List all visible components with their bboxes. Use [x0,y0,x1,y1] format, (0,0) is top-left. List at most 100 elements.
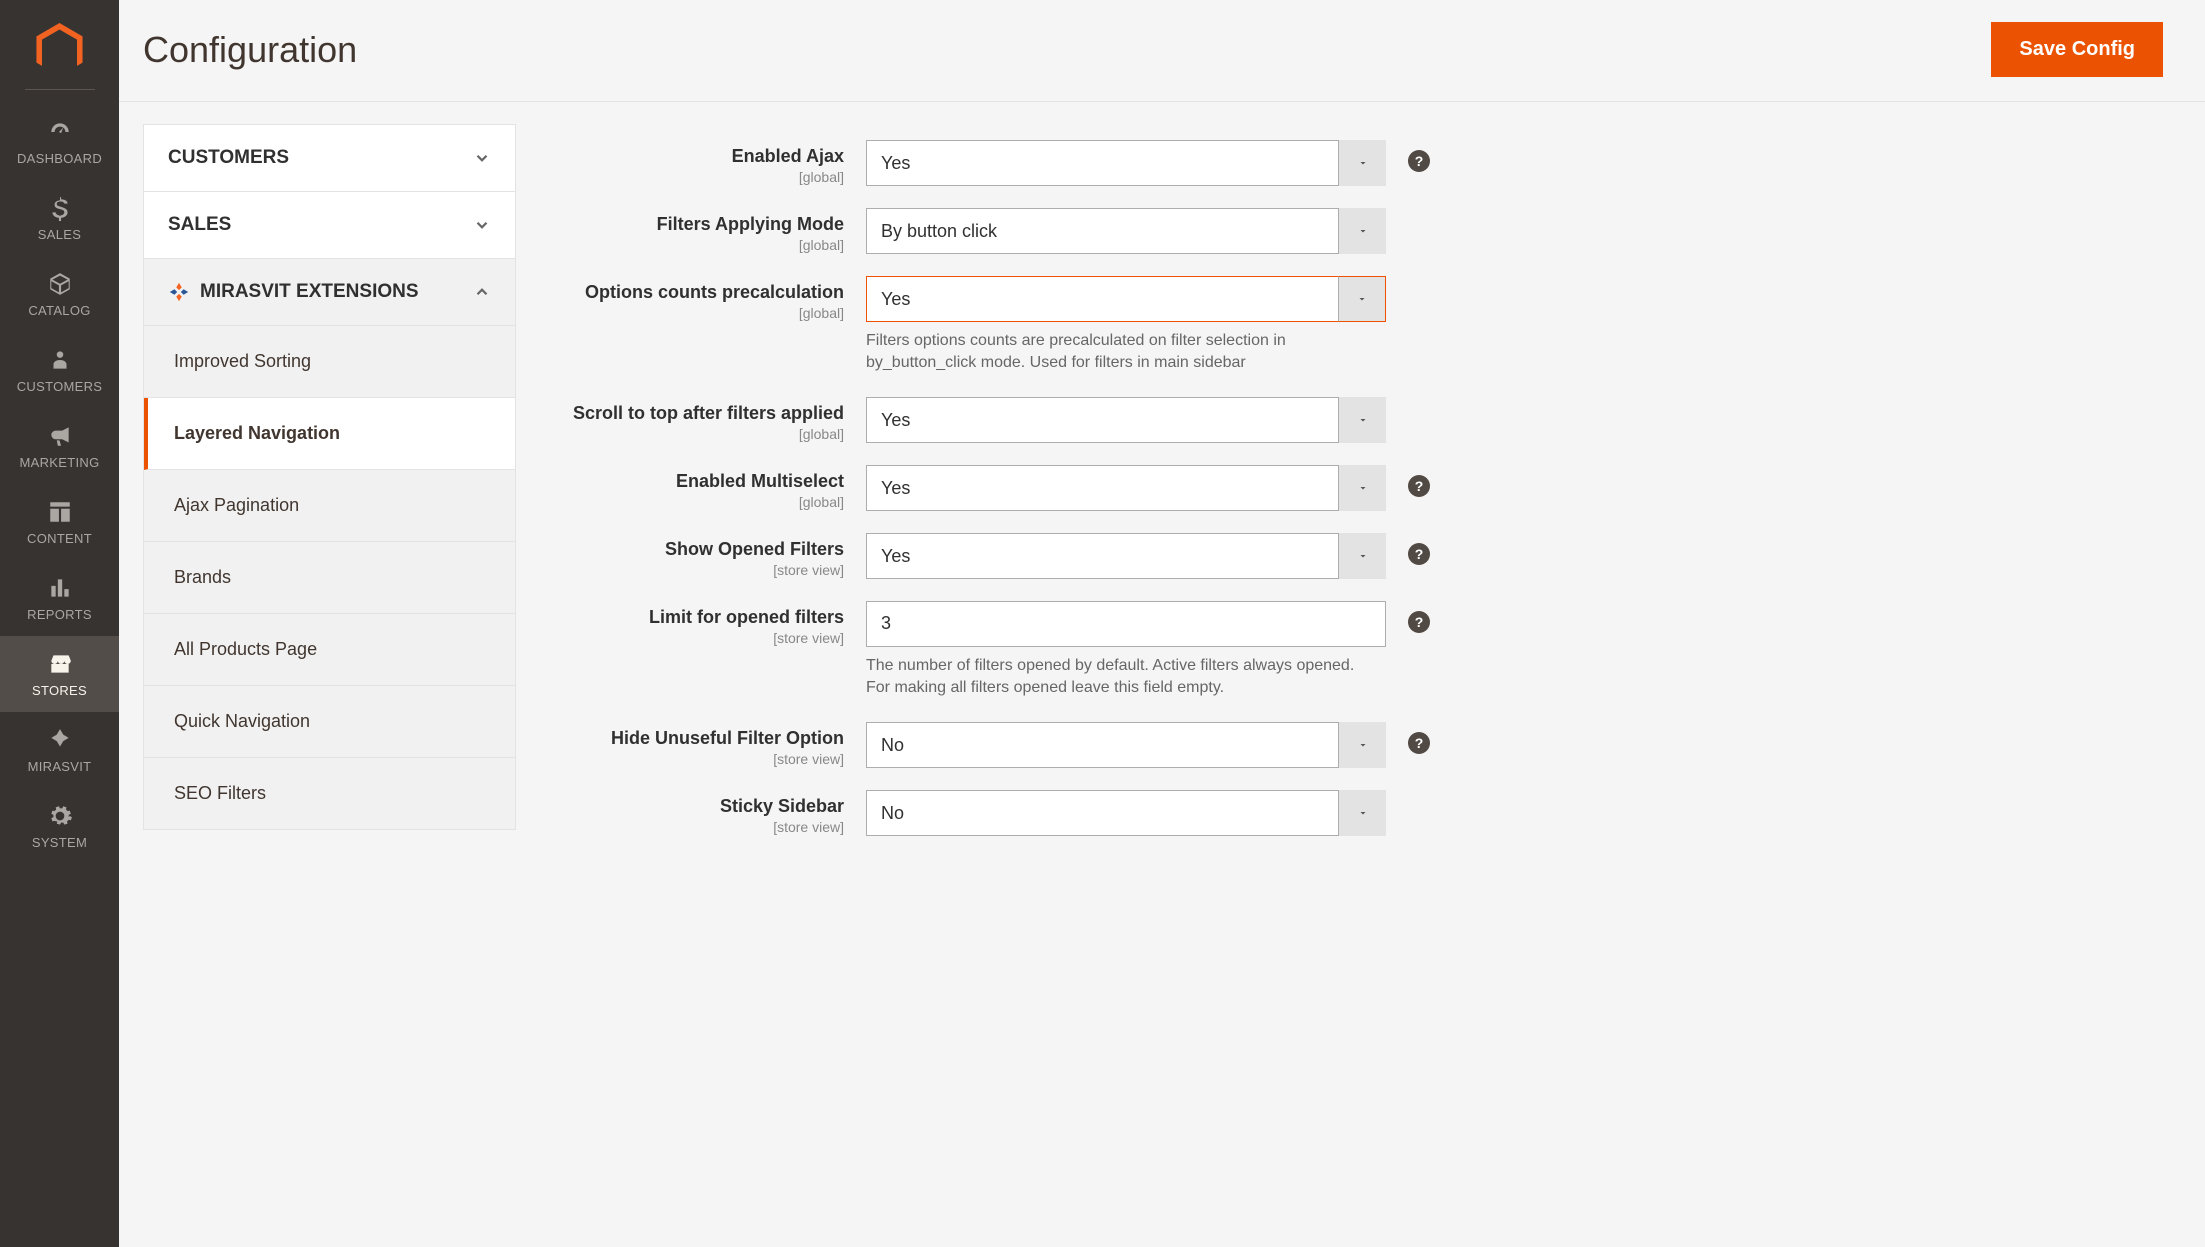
nav-label: CATALOG [28,303,90,318]
enabled-ajax-select[interactable]: Yes [866,140,1386,186]
save-config-button[interactable]: Save Config [1991,22,2163,77]
field-label: Options counts precalculation [552,282,844,303]
form-area: Enabled Ajax [global] Yes ? Filters Appl… [552,124,2181,858]
gear-icon [47,803,73,829]
magento-logo-icon [33,23,86,76]
field-scope: [store view] [552,562,844,578]
multiselect-select[interactable]: Yes [866,465,1386,511]
nav-label: SYSTEM [32,835,87,850]
page-title: Configuration [143,29,357,71]
bars-icon [47,575,73,601]
dashboard-icon [47,119,73,145]
main-area: Configuration Save Config CUSTOMERS SALE… [119,0,2205,880]
layout-icon [47,499,73,525]
field-multiselect: Enabled Multiselect [global] Yes ? [552,465,2181,511]
subtab-layered-navigation[interactable]: Layered Navigation [144,398,515,470]
field-scope: [global] [552,237,844,253]
nav-catalog[interactable]: CATALOG [0,256,119,332]
nav-label: REPORTS [27,607,92,622]
nav-marketing[interactable]: MARKETING [0,408,119,484]
logo-divider [25,89,95,90]
tab-label: MIRASVIT EXTENSIONS [200,281,419,303]
nav-label: DASHBOARD [17,151,102,166]
field-enabled-ajax: Enabled Ajax [global] Yes ? [552,140,2181,186]
nav-label: STORES [32,683,87,698]
field-label: Hide Unuseful Filter Option [552,728,844,749]
scroll-top-select[interactable]: Yes [866,397,1386,443]
config-tabs: CUSTOMERS SALES MIRASVIT EXTENSIONS [143,124,516,830]
field-precalculation: Options counts precalculation [global] Y… [552,276,2181,375]
nav-customers[interactable]: CUSTOMERS [0,332,119,408]
field-scroll-top: Scroll to top after filters applied [glo… [552,397,2181,443]
nav-system[interactable]: SYSTEM [0,788,119,864]
subtab-brands[interactable]: Brands [144,542,515,614]
help-icon[interactable]: ? [1408,475,1430,497]
hide-unuseful-select[interactable]: No [866,722,1386,768]
field-label: Scroll to top after filters applied [552,403,844,424]
subtab-ajax-pagination[interactable]: Ajax Pagination [144,470,515,542]
field-sticky-sidebar: Sticky Sidebar [store view] No [552,790,2181,836]
nav-content[interactable]: CONTENT [0,484,119,560]
help-icon[interactable]: ? [1408,543,1430,565]
field-label: Enabled Multiselect [552,471,844,492]
nav-label: CONTENT [27,531,92,546]
field-label: Show Opened Filters [552,539,844,560]
field-scope: [store view] [552,630,844,646]
person-icon [47,347,73,373]
sticky-sidebar-select[interactable]: No [866,790,1386,836]
page-body: CUSTOMERS SALES MIRASVIT EXTENSIONS [119,102,2205,880]
tab-sales[interactable]: SALES [144,192,515,259]
subtab-quick-navigation[interactable]: Quick Navigation [144,686,515,758]
field-limit-opened: Limit for opened filters [store view] Th… [552,601,2181,700]
nav-label: MIRASVIT [28,759,92,774]
chevron-down-icon [473,216,491,234]
nav-label: MARKETING [20,455,100,470]
field-scope: [global] [552,426,844,442]
chevron-up-icon [473,283,491,301]
precalculation-select[interactable]: Yes [866,276,1386,322]
field-filters-mode: Filters Applying Mode [global] By button… [552,208,2181,254]
field-scope: [global] [552,494,844,510]
field-label: Filters Applying Mode [552,214,844,235]
help-icon[interactable]: ? [1408,732,1430,754]
field-note: Filters options counts are precalculated… [866,330,1386,375]
limit-opened-input[interactable] [866,601,1386,647]
nav-sales[interactable]: SALES [0,180,119,256]
tab-label: SALES [168,214,231,236]
field-label: Enabled Ajax [552,146,844,167]
storefront-icon [47,651,73,677]
cube-icon [47,271,73,297]
field-show-opened: Show Opened Filters [store view] Yes ? [552,533,2181,579]
field-scope: [global] [552,169,844,185]
nav-dashboard[interactable]: DASHBOARD [0,104,119,180]
nav-stores[interactable]: STORES [0,636,119,712]
subtab-all-products-page[interactable]: All Products Page [144,614,515,686]
chevron-down-icon [473,149,491,167]
tab-mirasvit-extensions[interactable]: MIRASVIT EXTENSIONS [144,259,515,326]
tab-label: CUSTOMERS [168,147,289,169]
tab-customers[interactable]: CUSTOMERS [144,125,515,192]
filters-mode-select[interactable]: By button click [866,208,1386,254]
mirasvit-tab-icon [168,281,190,303]
mirasvit-icon [47,727,73,753]
nav-reports[interactable]: REPORTS [0,560,119,636]
admin-sidebar: DASHBOARD SALES CATALOG CUSTOMERS MARKET… [0,0,119,1247]
field-hide-unuseful: Hide Unuseful Filter Option [store view]… [552,722,2181,768]
field-label: Sticky Sidebar [552,796,844,817]
megaphone-icon [47,423,73,449]
field-note: The number of filters opened by default.… [866,655,1386,700]
subtab-seo-filters[interactable]: SEO Filters [144,758,515,829]
field-scope: [store view] [552,819,844,835]
help-icon[interactable]: ? [1408,611,1430,633]
field-scope: [global] [552,305,844,321]
nav-label: CUSTOMERS [17,379,103,394]
nav-mirasvit[interactable]: MIRASVIT [0,712,119,788]
dollar-icon [47,195,73,221]
page-header: Configuration Save Config [119,0,2205,102]
field-label: Limit for opened filters [552,607,844,628]
nav-label: SALES [38,227,81,242]
field-scope: [store view] [552,751,844,767]
show-opened-select[interactable]: Yes [866,533,1386,579]
subtab-improved-sorting[interactable]: Improved Sorting [144,326,515,398]
help-icon[interactable]: ? [1408,150,1430,172]
